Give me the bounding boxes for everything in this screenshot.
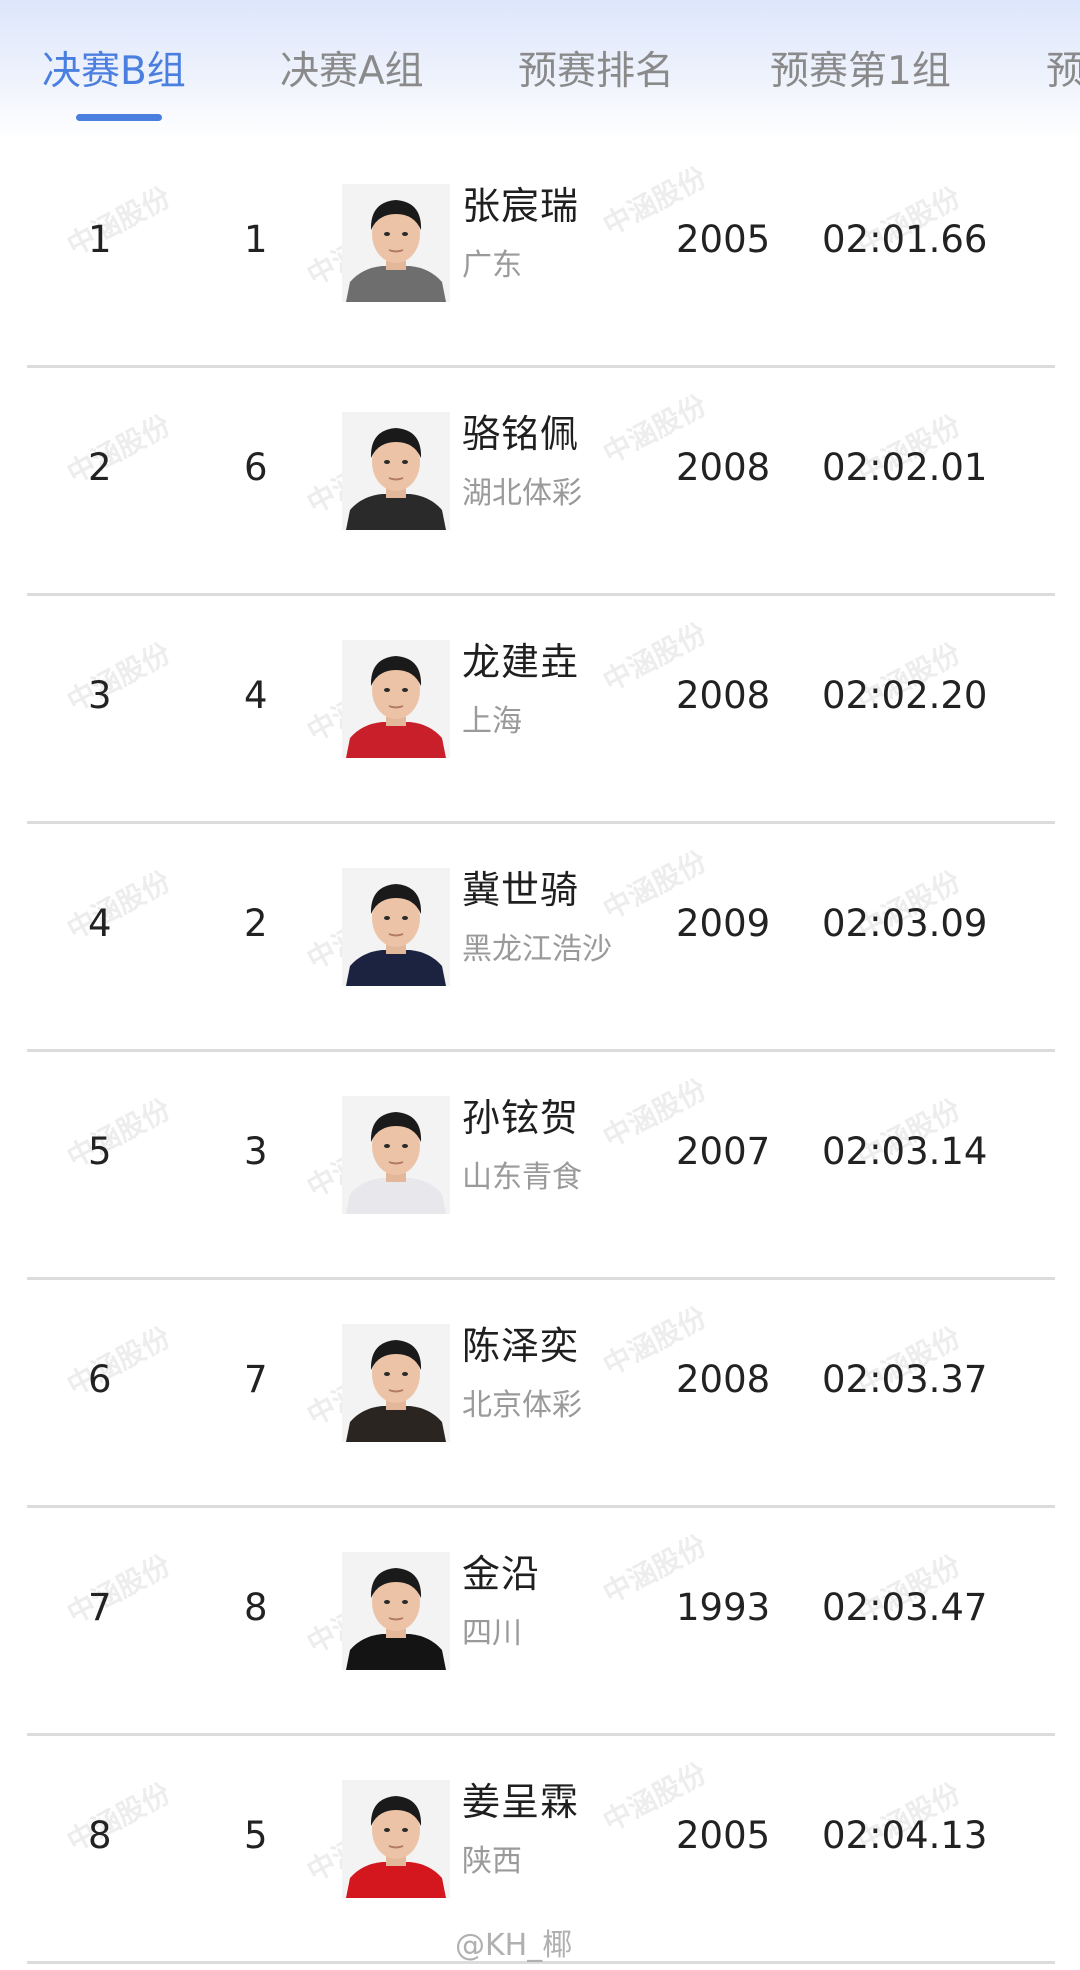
watermark-logo: 中涵股份 <box>61 1320 176 1403</box>
athlete-team: 上海 <box>462 704 522 739</box>
athlete-name: 姜呈霖 <box>462 1780 580 1824</box>
athlete-photo <box>342 640 450 758</box>
athlete-name: 冀世骑 <box>462 868 580 912</box>
athlete-team: 黑龙江浩沙 <box>462 932 612 967</box>
finish-time: 02:03.14 <box>822 1130 988 1173</box>
watermark-logo: 中涵股份 <box>61 1548 176 1631</box>
result-row[interactable]: 中涵股份 中涵股份 中涵股份 中涵股份 1 1 张宸瑞 广东 2005 02:0… <box>0 140 1080 368</box>
result-row[interactable]: 中涵股份 中涵股份 中涵股份 中涵股份 4 2 冀世骑 黑龙江浩沙 2009 0… <box>0 824 1080 1052</box>
lane: 1 <box>244 218 268 261</box>
athlete-photo <box>342 184 450 302</box>
athlete-team: 广东 <box>462 248 522 283</box>
watermark-logo: 中涵股份 <box>61 1092 176 1175</box>
tab-heat-1[interactable]: 预赛第1组 <box>770 44 951 100</box>
rank: 8 <box>88 1814 112 1857</box>
finish-time: 02:02.20 <box>822 674 988 717</box>
rank: 2 <box>88 446 112 489</box>
finish-time: 02:03.37 <box>822 1358 988 1401</box>
tab-heat-ranking[interactable]: 预赛排名 <box>518 44 674 100</box>
rank: 4 <box>88 902 112 945</box>
birth-year: 2008 <box>676 674 771 717</box>
finish-time: 02:04.13 <box>822 1814 988 1857</box>
watermark-logo: 中涵股份 <box>61 408 176 491</box>
birth-year: 2005 <box>676 1814 771 1857</box>
athlete-name: 骆铭佩 <box>462 412 580 456</box>
birth-year: 2005 <box>676 218 771 261</box>
lane: 7 <box>244 1358 268 1401</box>
rank: 7 <box>88 1586 112 1629</box>
rank: 6 <box>88 1358 112 1401</box>
birth-year: 2008 <box>676 446 771 489</box>
athlete-name: 龙建垚 <box>462 640 580 684</box>
athlete-name: 孙铉贺 <box>462 1096 580 1140</box>
athlete-team: 山东青食 <box>462 1160 582 1195</box>
lane: 4 <box>244 674 268 717</box>
result-row[interactable]: 中涵股份 中涵股份 中涵股份 中涵股份 3 4 龙建垚 上海 2008 02:0… <box>0 596 1080 824</box>
result-row[interactable]: 中涵股份 中涵股份 中涵股份 中涵股份 2 6 骆铭佩 湖北体彩 2008 02… <box>0 368 1080 596</box>
tab-heat-2-partial[interactable]: 预 <box>1046 44 1080 100</box>
birth-year: 2007 <box>676 1130 771 1173</box>
lane: 3 <box>244 1130 268 1173</box>
result-row[interactable]: 中涵股份 中涵股份 中涵股份 中涵股份 7 8 金沿 四川 1993 02:03… <box>0 1508 1080 1736</box>
weibo-credit: @KH_椰 <box>455 1928 573 1963</box>
finish-time: 02:03.47 <box>822 1586 988 1629</box>
athlete-photo <box>342 1096 450 1214</box>
watermark-logo: 中涵股份 <box>61 180 176 263</box>
finish-time: 02:02.01 <box>822 446 988 489</box>
athlete-photo <box>342 868 450 986</box>
athlete-photo <box>342 1324 450 1442</box>
result-row[interactable]: 中涵股份 中涵股份 中涵股份 中涵股份 5 3 孙铉贺 山东青食 2007 02… <box>0 1052 1080 1280</box>
lane: 5 <box>244 1814 268 1857</box>
athlete-photo <box>342 412 450 530</box>
birth-year: 2008 <box>676 1358 771 1401</box>
rank: 3 <box>88 674 112 717</box>
athlete-photo <box>342 1552 450 1670</box>
athlete-team: 北京体彩 <box>462 1388 582 1423</box>
finish-time: 02:01.66 <box>822 218 988 261</box>
athlete-name: 金沿 <box>462 1552 541 1596</box>
watermark-logo: 中涵股份 <box>61 864 176 947</box>
tab-final-b[interactable]: 决赛B组 <box>42 44 186 100</box>
birth-year: 1993 <box>676 1586 771 1629</box>
athlete-name: 陈泽奕 <box>462 1324 580 1368</box>
athlete-team: 湖北体彩 <box>462 476 582 511</box>
result-row[interactable]: 中涵股份 中涵股份 中涵股份 中涵股份 6 7 陈泽奕 北京体彩 2008 02… <box>0 1280 1080 1508</box>
athlete-photo <box>342 1780 450 1898</box>
lane: 6 <box>244 446 268 489</box>
athlete-name: 张宸瑞 <box>462 184 580 228</box>
active-tab-indicator <box>76 114 162 121</box>
rank: 1 <box>88 218 112 261</box>
lane: 2 <box>244 902 268 945</box>
watermark-logo: 中涵股份 <box>61 636 176 719</box>
athlete-team: 四川 <box>462 1616 522 1651</box>
tab-bar: 决赛B组 决赛A组 预赛排名 预赛第1组 预 <box>0 0 1080 140</box>
birth-year: 2009 <box>676 902 771 945</box>
athlete-team: 陕西 <box>462 1844 522 1879</box>
rank: 5 <box>88 1130 112 1173</box>
tab-final-a[interactable]: 决赛A组 <box>280 44 424 100</box>
finish-time: 02:03.09 <box>822 902 988 945</box>
watermark-logo: 中涵股份 <box>61 1776 176 1859</box>
lane: 8 <box>244 1586 268 1629</box>
